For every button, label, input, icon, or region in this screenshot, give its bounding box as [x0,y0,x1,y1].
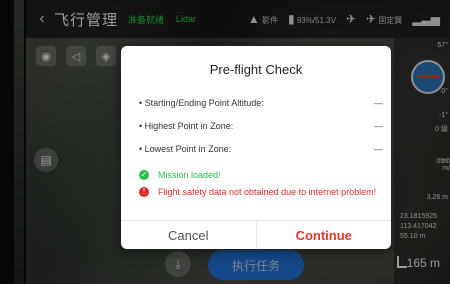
cancel-button[interactable]: Cancel [121,221,257,249]
row-value: — [374,121,383,131]
altitude-row: • Starting/Ending Point Altitude: — [139,98,383,108]
success-message: ✓ Mission loaded! [139,170,379,180]
row-label-text: Highest Point in Zone: [144,121,234,131]
lowest-row: • Lowest Point in Zone: — [139,144,383,154]
error-text: Flight safety data not obtained due to i… [158,187,377,197]
highest-row: • Highest Point in Zone: — [139,121,383,131]
continue-button[interactable]: Continue [257,221,392,249]
row-label: • Highest Point in Zone: [139,121,234,131]
row-label: • Starting/Ending Point Altitude: [139,98,264,108]
preflight-dialog: Pre-flight Check • Starting/Ending Point… [121,46,391,249]
error-icon: ! [139,187,149,197]
row-label-text: Starting/Ending Point Altitude: [144,98,264,108]
dialog-actions: Cancel Continue [121,220,391,249]
dialog-title: Pre-flight Check [209,62,303,77]
row-label: • Lowest Point in Zone: [139,144,232,154]
success-text: Mission loaded! [158,170,221,180]
error-message: ! Flight safety data not obtained due to… [139,187,379,198]
row-value: — [374,144,383,154]
check-icon: ✓ [139,170,149,180]
row-label-text: Lowest Point in Zone: [144,144,232,154]
row-value: — [374,98,383,108]
